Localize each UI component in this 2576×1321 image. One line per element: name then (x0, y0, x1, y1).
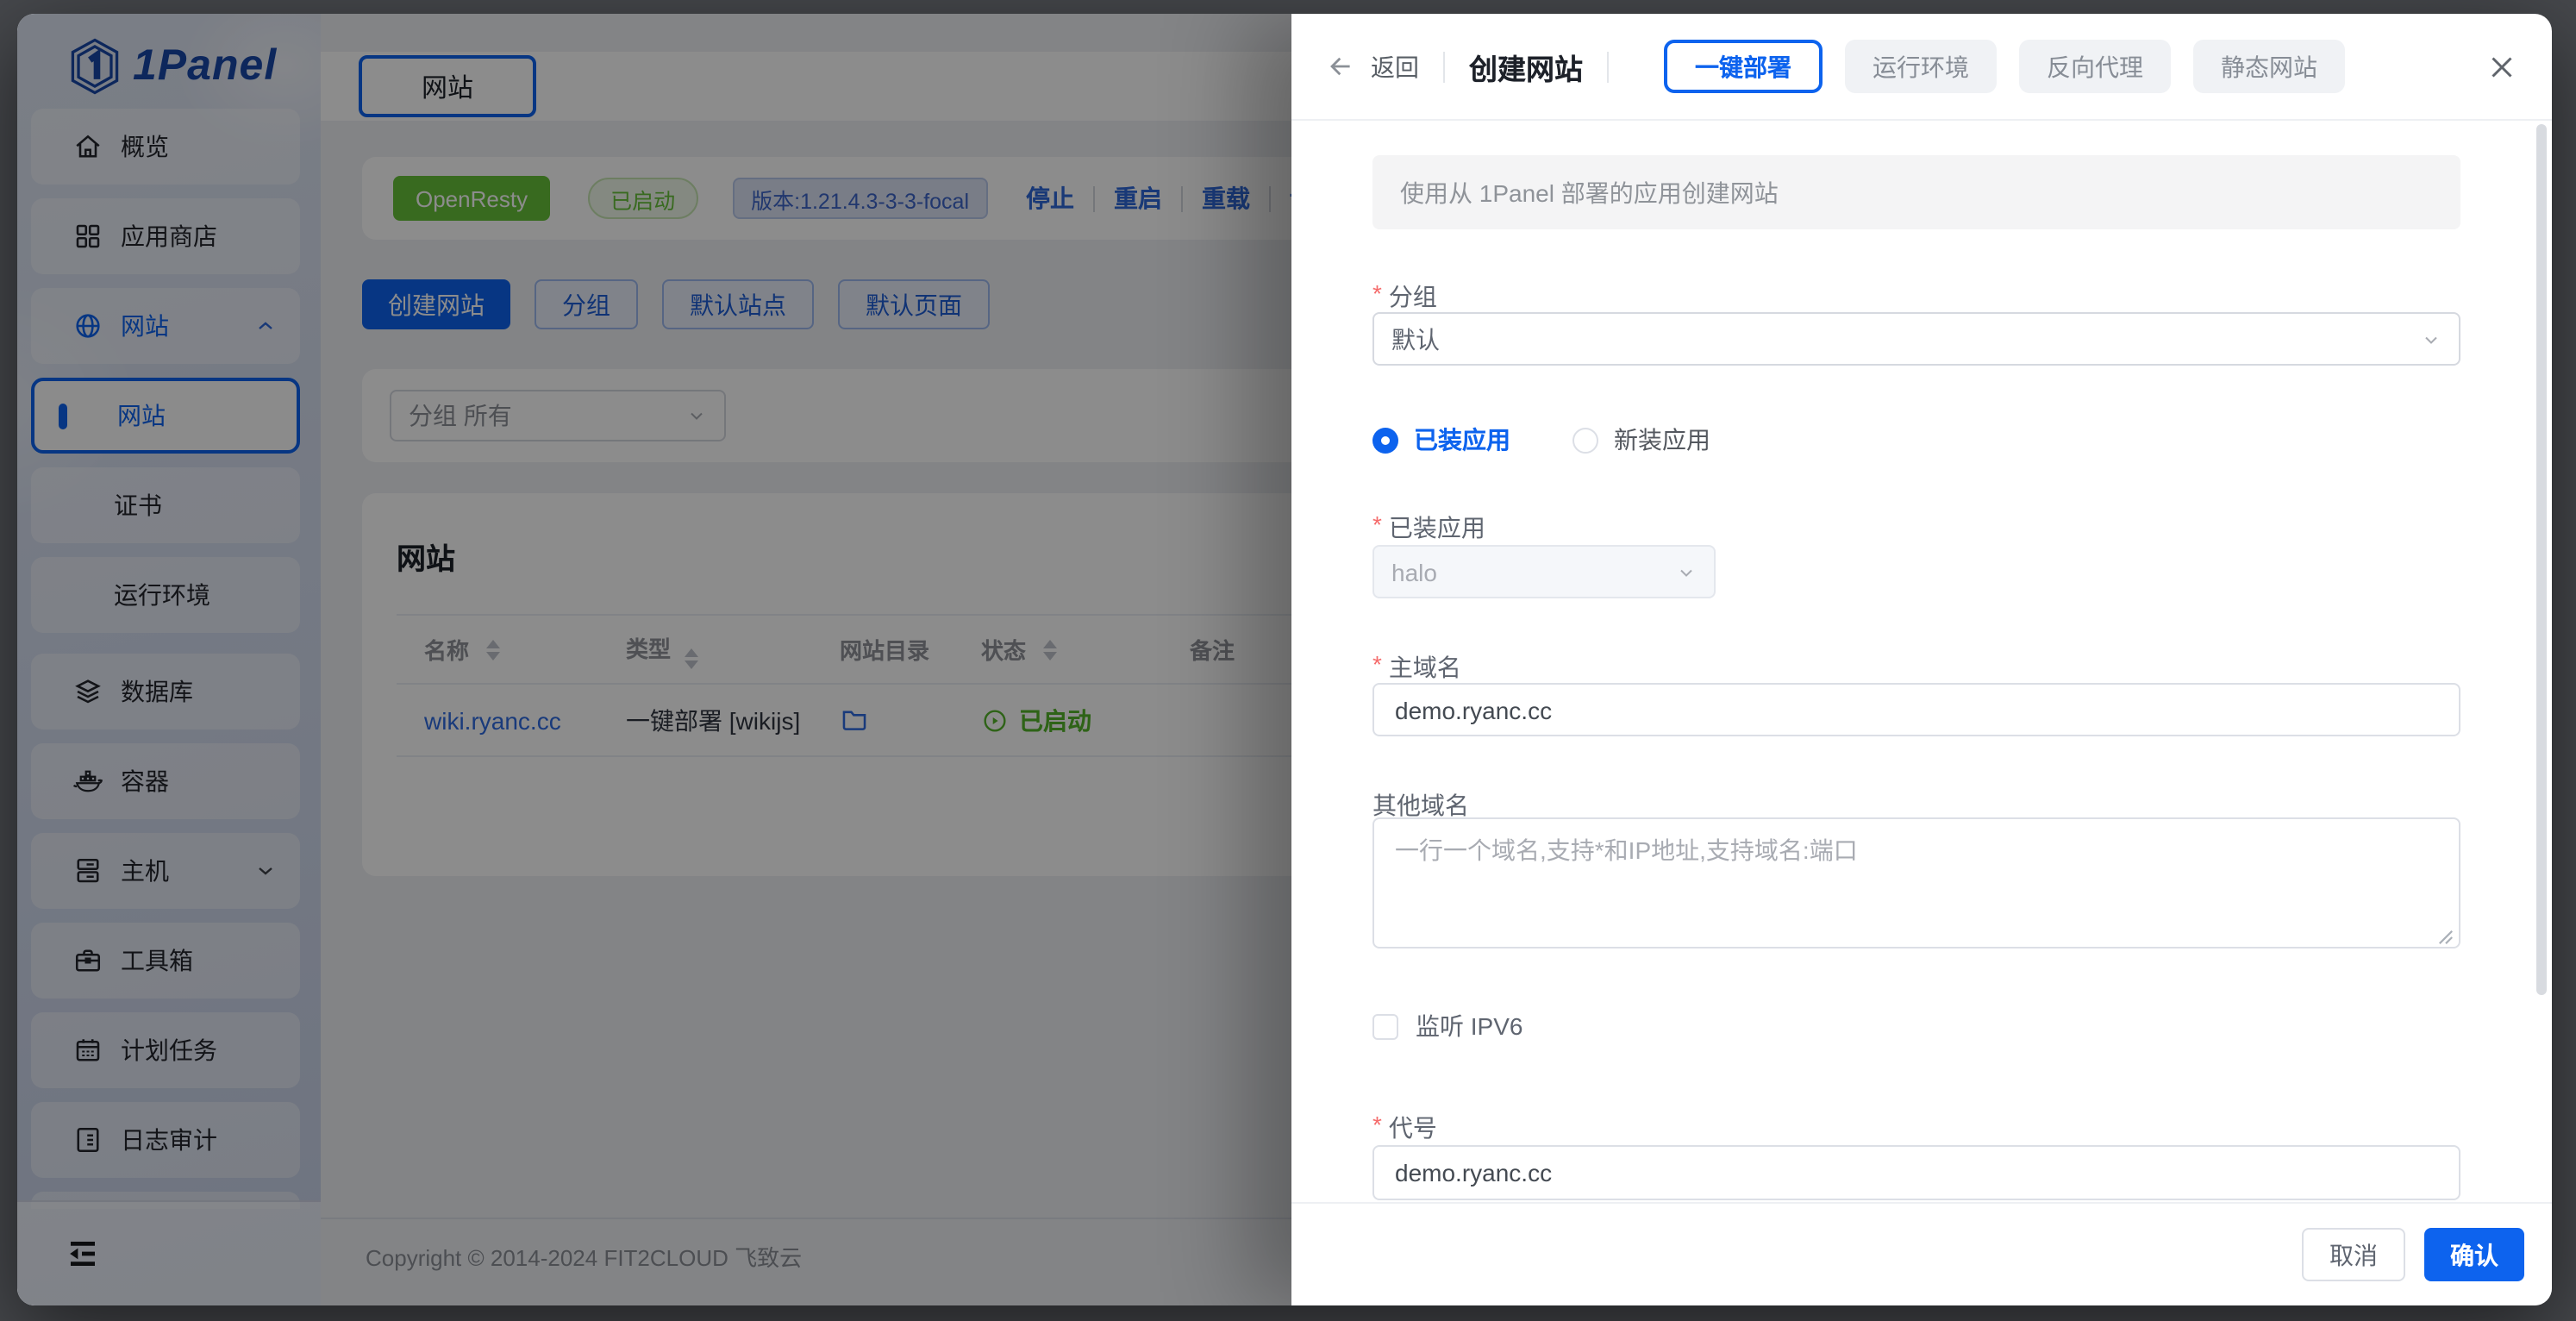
close-icon[interactable] (2486, 51, 2517, 82)
group-field-label: * 分组 (1372, 279, 2460, 307)
checkbox-off-icon[interactable] (1372, 1013, 1398, 1039)
required-asterisk: * (1372, 279, 1382, 307)
group-select[interactable]: 默认 (1372, 312, 2460, 366)
group-select-value: 默认 (1391, 322, 1440, 356)
other-domains-field-label: 其他域名 (1372, 788, 2460, 816)
divider (1443, 51, 1445, 82)
tab-static-site[interactable]: 静态网站 (2193, 40, 2345, 93)
alias-field-label: * 代号 (1372, 1111, 2460, 1138)
radio-off-icon (1572, 427, 1598, 453)
info-banner: 使用从 1Panel 部署的应用创建网站 (1372, 155, 2460, 229)
required-asterisk: * (1372, 510, 1382, 538)
installed-app-field-label: * 已装应用 (1372, 510, 2460, 538)
primary-domain-input[interactable] (1372, 683, 2460, 736)
ipv6-label: 监听 IPV6 (1416, 1009, 1523, 1043)
textarea-resize-icon[interactable] (2438, 930, 2454, 945)
drawer-scrollbar-thumb[interactable] (2536, 124, 2547, 995)
other-domains-field (1372, 817, 2460, 957)
radio-installed-app[interactable]: 已装应用 (1372, 423, 1510, 457)
tab-reverse-proxy[interactable]: 反向代理 (2019, 40, 2171, 93)
alias-input[interactable] (1372, 1145, 2460, 1200)
ipv6-checkbox-row[interactable]: 监听 IPV6 (1372, 1009, 2460, 1043)
drawer-footer: 取消 确认 (1291, 1202, 2552, 1305)
required-asterisk: * (1372, 650, 1382, 678)
tab-one-click-deploy[interactable]: 一键部署 (1664, 40, 1823, 93)
desktop: 1Panel 概览 应用商店 网站 网站 (0, 0, 2576, 1321)
tab-runtime[interactable]: 运行环境 (1845, 40, 1997, 93)
create-website-drawer: 返回 创建网站 一键部署 运行环境 反向代理 静态网站 使用从 1Panel 部… (1291, 14, 2552, 1305)
cancel-button[interactable]: 取消 (2302, 1228, 2405, 1281)
drawer-tabs: 一键部署 运行环境 反向代理 静态网站 (1664, 40, 2345, 93)
radio-new-app[interactable]: 新装应用 (1572, 423, 1710, 457)
required-asterisk: * (1372, 1111, 1382, 1138)
divider (1607, 51, 1609, 82)
primary-domain-field-label: * 主域名 (1372, 650, 2460, 678)
arrow-left-icon (1326, 52, 1355, 81)
app-window: 1Panel 概览 应用商店 网站 网站 (17, 14, 2552, 1305)
radio-on-icon (1372, 427, 1398, 453)
drawer-body: 使用从 1Panel 部署的应用创建网站 * 分组 默认 已装应用 (1291, 121, 2552, 1202)
confirm-button[interactable]: 确认 (2424, 1228, 2524, 1281)
other-domains-textarea[interactable] (1372, 817, 2460, 948)
installed-app-value: halo (1391, 558, 1437, 585)
back-label: 返回 (1371, 49, 1419, 84)
drawer-header: 返回 创建网站 一键部署 运行环境 反向代理 静态网站 (1291, 14, 2552, 121)
installed-app-select[interactable]: halo (1372, 545, 1716, 598)
back-button[interactable]: 返回 (1326, 49, 1419, 84)
chevron-down-icon (1676, 561, 1697, 582)
drawer-title: 创建网站 (1469, 46, 1583, 87)
app-source-radio-group: 已装应用 新装应用 (1372, 423, 2460, 457)
chevron-down-icon (2421, 329, 2442, 349)
